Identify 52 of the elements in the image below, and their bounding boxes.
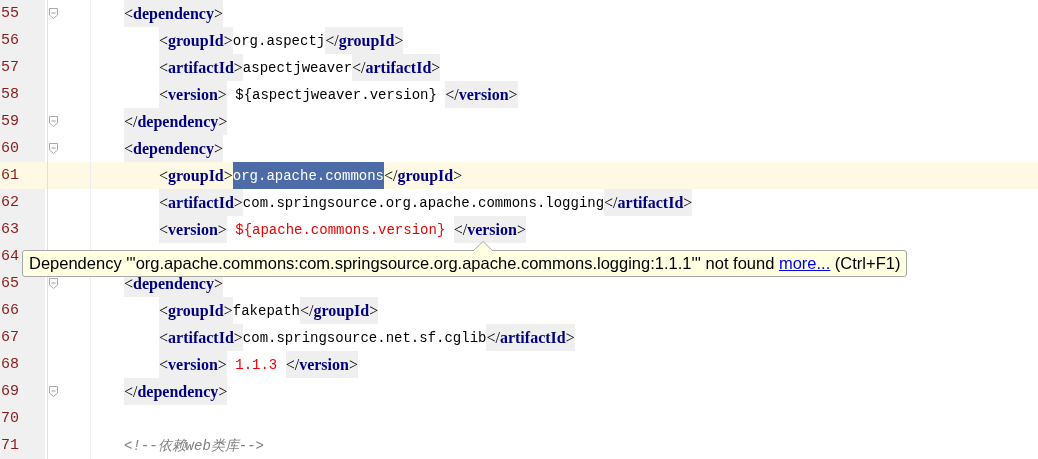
line-number: 68 [0, 351, 45, 378]
tag-value: org.aspectj [232, 31, 326, 51]
xml-tag: <artifactId> [159, 189, 243, 216]
selected-text: org.apache.commons [232, 162, 385, 189]
line-number: 71 [0, 432, 45, 459]
line-number: 59 [0, 108, 45, 135]
xml-tag: <groupId> [159, 162, 233, 189]
xml-tag: <version> [159, 81, 227, 108]
xml-tag: </artifactId> [352, 54, 441, 81]
code-comment: <!--依赖web类库--> [124, 436, 264, 456]
fold-icon[interactable] [48, 278, 58, 289]
xml-tag: </artifactId> [604, 189, 693, 216]
tag-value: aspectjweaver [242, 58, 353, 78]
line-number: 62 [0, 189, 45, 216]
xml-tag: </artifactId> [486, 324, 575, 351]
line-number: 66 [0, 297, 45, 324]
line-number: 69 [0, 378, 45, 405]
xml-tag: <groupId> [159, 297, 233, 324]
line-number: 56 [0, 27, 45, 54]
unresolved-value: 1.1.3 [234, 355, 279, 375]
xml-tag: <version> [159, 351, 227, 378]
line-number: 55 [0, 0, 45, 27]
xml-tag: </dependency> [124, 378, 228, 405]
xml-tag: <artifactId> [159, 324, 243, 351]
xml-tag: </groupId> [325, 27, 404, 54]
fold-icon[interactable] [48, 116, 58, 127]
xml-tag: <groupId> [159, 27, 233, 54]
xml-tag: </groupId> [300, 297, 379, 324]
xml-tag: <artifactId> [159, 54, 243, 81]
xml-tag: <version> [159, 216, 227, 243]
line-number: 58 [0, 81, 45, 108]
xml-tag: </version> [285, 351, 358, 378]
xml-tag: </dependency> [124, 108, 228, 135]
unresolved-value: ${apache.commons.version} [234, 220, 447, 240]
more-link[interactable]: more... [778, 254, 831, 272]
tag-value: fakepath [232, 301, 300, 321]
tag-value: com.springsource.net.sf.cglib [242, 328, 487, 348]
fold-icon[interactable] [48, 143, 58, 154]
xml-tag: <dependency> [124, 135, 223, 162]
line-number: 70 [0, 405, 45, 432]
fold-icon[interactable] [48, 8, 58, 19]
xml-tag: </version> [453, 216, 526, 243]
tag-value: ${aspectjweaver.version} [234, 85, 438, 105]
xml-tag: <dependency> [124, 0, 223, 27]
line-number: 63 [0, 216, 45, 243]
xml-tag: </groupId> [384, 162, 463, 189]
fold-icon[interactable] [48, 386, 58, 397]
line-number: 67 [0, 324, 45, 351]
xml-tag: </version> [445, 81, 518, 108]
line-number: 60 [0, 135, 45, 162]
line-number: 57 [0, 54, 45, 81]
tag-value: com.springsource.org.apache.commons.logging [242, 193, 605, 213]
